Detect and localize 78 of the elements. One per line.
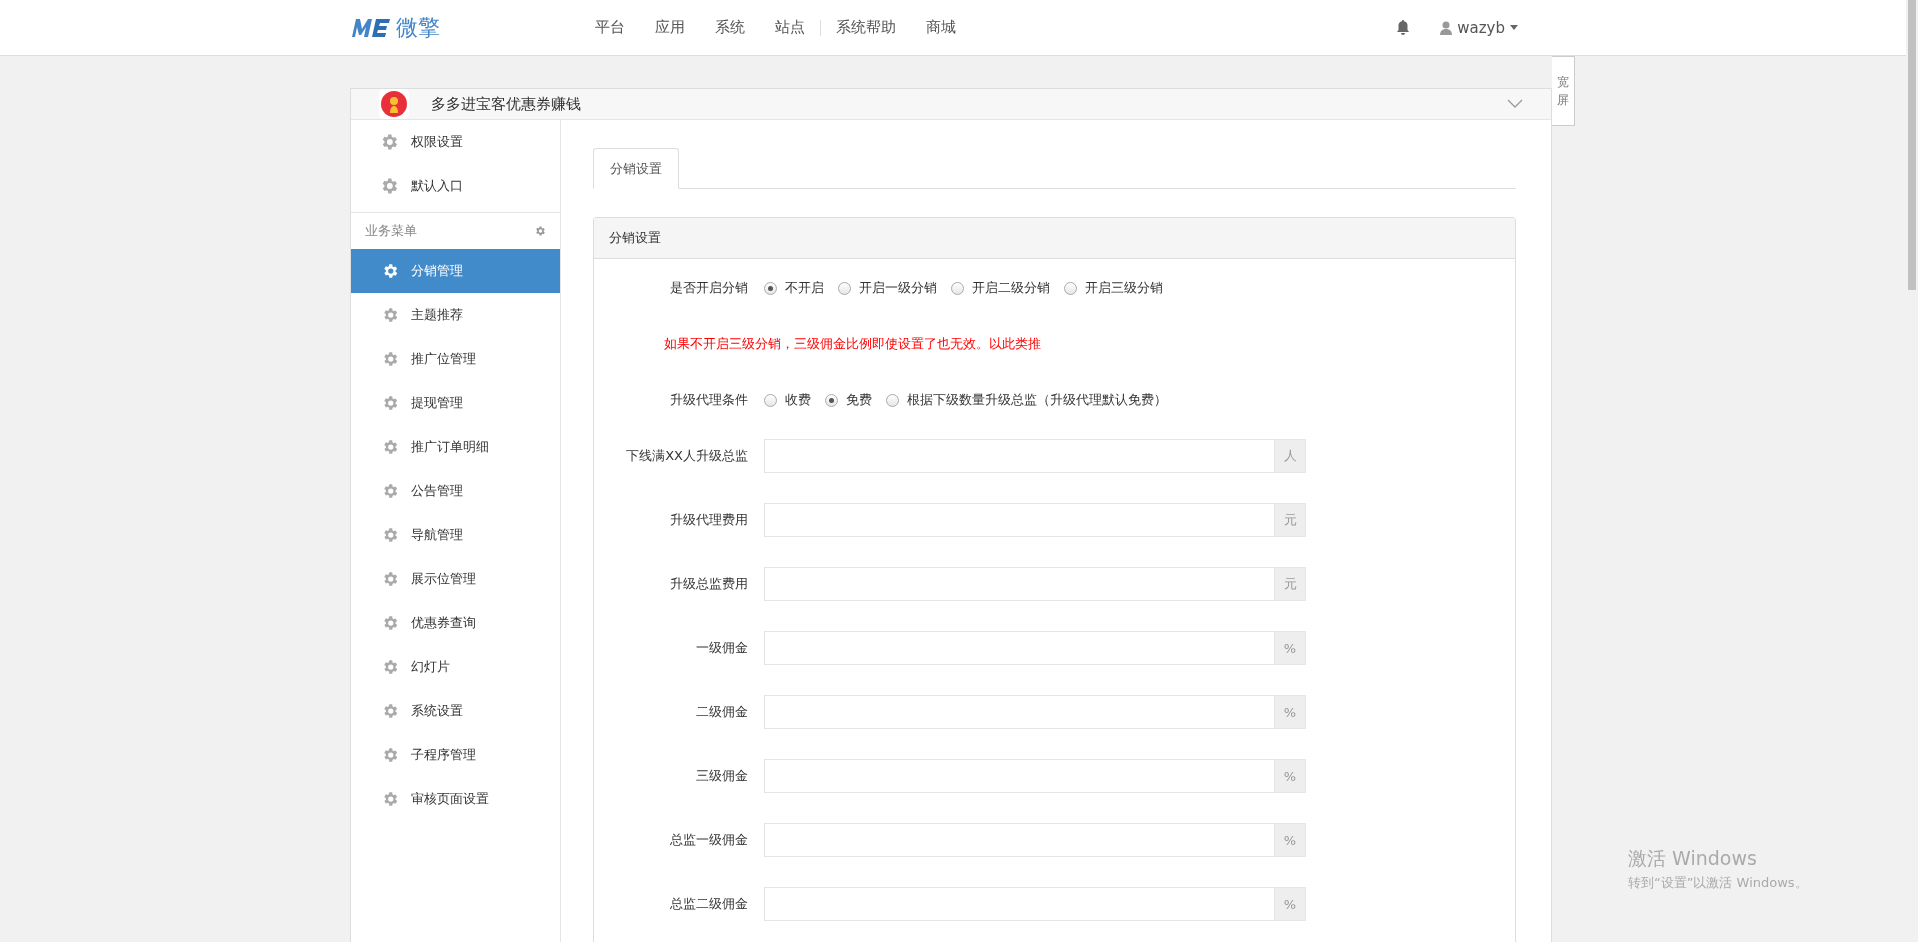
sidebar-item[interactable]: 导航管理: [351, 513, 560, 557]
field-label: 升级代理条件: [669, 391, 749, 409]
chevron-down-icon[interactable]: [1507, 99, 1523, 109]
nav-link[interactable]: 应用: [640, 18, 700, 37]
radio-button[interactable]: [951, 281, 964, 295]
unit-addon: %: [1274, 759, 1306, 793]
unit-addon: 元: [1274, 567, 1306, 601]
logo-icon: [350, 16, 392, 39]
sidebar-item[interactable]: 默认入口: [351, 164, 560, 208]
field-label: 下线满XX人升级总监: [625, 447, 749, 465]
field-label: 升级总监费用: [669, 575, 749, 593]
activation-subtitle: 转到“设置”以激活 Windows。: [1628, 874, 1808, 892]
radio-button[interactable]: [764, 281, 777, 295]
sidebar-item[interactable]: 子程序管理: [351, 733, 560, 777]
sidebar-item[interactable]: 幻灯片: [351, 645, 560, 689]
radio-button[interactable]: [886, 393, 899, 407]
field-label: 总监二级佣金: [669, 895, 749, 913]
input-field[interactable]: [764, 887, 1274, 921]
unit-addon: %: [1274, 695, 1306, 729]
activation-title: 激活 Windows: [1628, 846, 1758, 871]
logo-text: 微擎: [396, 13, 440, 42]
settings-icon: [534, 225, 546, 237]
sidebar-item[interactable]: 主题推荐: [351, 293, 560, 337]
sidebar-item[interactable]: 公告管理: [351, 469, 560, 513]
user-menu[interactable]: wazyb: [1440, 18, 1518, 37]
field-label: 三级佣金: [695, 767, 749, 785]
field-label: 升级代理费用: [669, 511, 749, 529]
field-label: 总监一级佣金: [669, 831, 749, 849]
app-title: 多多进宝客优惠券赚钱: [431, 94, 582, 114]
sidebar-item[interactable]: 系统设置: [351, 689, 560, 733]
input-field[interactable]: [764, 631, 1274, 665]
input-field[interactable]: [764, 823, 1274, 857]
radio-option[interactable]: 开启二级分销: [951, 279, 1050, 297]
nav-link[interactable]: 平台: [580, 18, 640, 37]
unit-addon: %: [1274, 823, 1306, 857]
field-label: 二级佣金: [695, 703, 749, 721]
widescreen-button[interactable]: 宽屏: [1552, 56, 1575, 126]
sidebar-item[interactable]: 审核页面设置: [351, 777, 560, 821]
nav-link[interactable]: 商城: [911, 18, 971, 37]
section-title: 业务菜单: [365, 222, 417, 240]
unit-addon: %: [1274, 631, 1306, 665]
sidebar-item[interactable]: 推广位管理: [351, 337, 560, 381]
radio-option[interactable]: 收费: [764, 391, 811, 409]
unit-addon: %: [1274, 887, 1306, 921]
unit-addon: 元: [1274, 503, 1306, 537]
user-icon: [1440, 20, 1453, 35]
radio-option[interactable]: 开启一级分销: [838, 279, 937, 297]
radio-button[interactable]: [1064, 281, 1077, 295]
unit-addon: 人: [1274, 439, 1306, 473]
radio-option[interactable]: 开启三级分销: [1064, 279, 1163, 297]
warning-note: 如果不开启三级分销，三级佣金比例即使设置了也无效。以此类推: [664, 335, 1041, 353]
sidebar-item[interactable]: 展示位管理: [351, 557, 560, 601]
input-field[interactable]: [764, 567, 1274, 601]
sidebar-item[interactable]: 提现管理: [351, 381, 560, 425]
sidebar-item[interactable]: 推广订单明细: [351, 425, 560, 469]
radio-option[interactable]: 根据下级数量升级总监（升级代理默认免费）: [886, 391, 1167, 409]
radio-option[interactable]: 免费: [825, 391, 872, 409]
sidebar-item[interactable]: 权限设置: [351, 120, 560, 164]
tab[interactable]: 分销设置: [593, 148, 679, 189]
field-label: 一级佣金: [695, 639, 749, 657]
nav-link[interactable]: 系统帮助: [821, 18, 911, 37]
bell-icon[interactable]: [1396, 20, 1411, 35]
nav-link[interactable]: 站点: [760, 18, 820, 37]
input-field[interactable]: [764, 503, 1274, 537]
field-label: 是否开启分销: [669, 279, 749, 297]
radio-option[interactable]: 不开启: [764, 279, 824, 297]
sidebar-item[interactable]: 分销管理: [351, 249, 560, 293]
sidebar-item[interactable]: 优惠券查询: [351, 601, 560, 645]
nav-link[interactable]: 系统: [700, 18, 760, 37]
scrollbar-thumb[interactable]: [1908, 0, 1916, 290]
caret-icon: [1510, 25, 1518, 30]
input-field[interactable]: [764, 439, 1274, 473]
radio-button[interactable]: [838, 281, 851, 295]
radio-button[interactable]: [764, 393, 777, 407]
input-field[interactable]: [764, 695, 1274, 729]
input-field[interactable]: [764, 759, 1274, 793]
panel-header: 分销设置: [594, 218, 1515, 259]
radio-button[interactable]: [825, 393, 838, 407]
